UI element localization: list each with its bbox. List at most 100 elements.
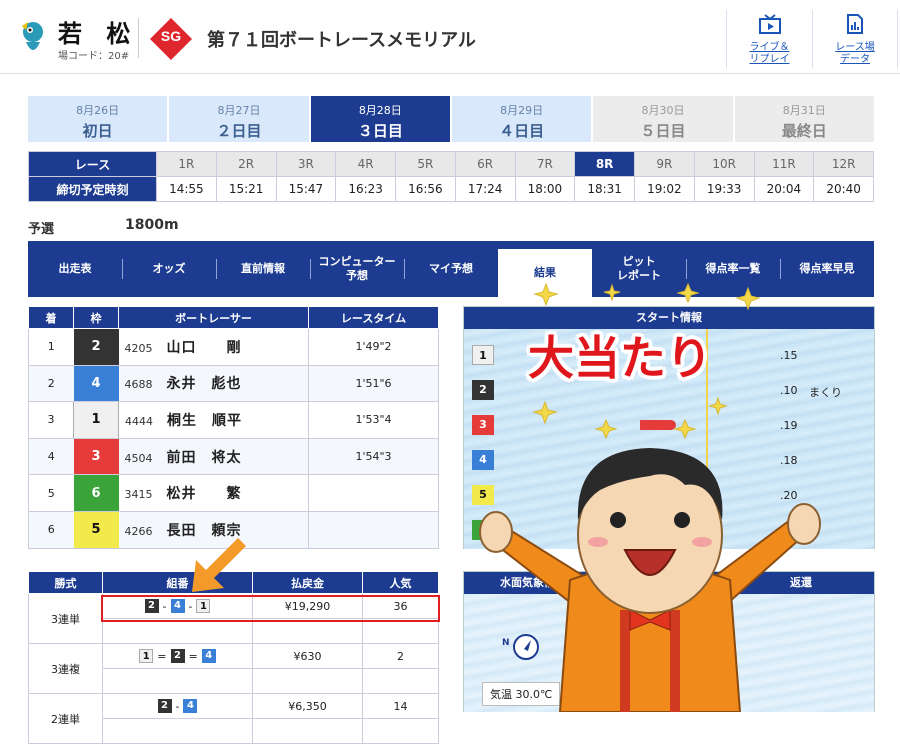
racer-cell[interactable]: 3415 松井 繁 (118, 474, 309, 512)
day-date: 8月26日 (76, 104, 120, 117)
temperature-label: 気温 (490, 688, 512, 701)
race-number-tab[interactable]: 4R (335, 151, 396, 177)
grade-label: SG (160, 28, 182, 44)
combo-operator: = (188, 649, 198, 663)
racer-reg-number: 4504 (124, 451, 153, 465)
live-replay-label: ライブ＆ リプレイ (749, 42, 790, 65)
compass-north: N (502, 638, 510, 648)
race-number-tab[interactable]: 8R (574, 151, 635, 177)
nav-tab[interactable]: マイ予想 (404, 241, 498, 297)
venue-code: 場コード：20# (58, 51, 130, 62)
bet-type: 3連単 (28, 593, 103, 644)
deadline-header: 締切予定時刻 (28, 176, 157, 202)
day-tab[interactable]: 8月27日 ２日目 (169, 96, 309, 142)
payout-row: 2連単 2-4 ¥6,350 14 (28, 693, 439, 744)
racer-reg-number: 3415 (124, 488, 153, 502)
frame-cell: 5 (73, 511, 119, 549)
day-tab[interactable]: 8月30日 ５日目 (593, 96, 733, 142)
race-number-tab[interactable]: 1R (156, 151, 217, 177)
racer-name: 前田 将太 (166, 449, 242, 466)
empty-cell (362, 718, 439, 744)
venue-data-label: レース場 データ (835, 42, 875, 65)
tv-icon (758, 14, 781, 34)
nav-tab[interactable]: 得点率一覧 (686, 241, 780, 297)
empty-cell (252, 668, 363, 694)
racer-cell[interactable]: 4205 山口 剛 (118, 328, 309, 366)
race-number-tab[interactable]: 2R (215, 151, 277, 177)
venue-data-button[interactable]: レース場 データ (812, 10, 898, 68)
deadline-time: 20:04 (753, 176, 815, 202)
race-distance: 1800m (125, 217, 179, 233)
day-tab[interactable]: 8月29日 ４日目 (451, 96, 592, 142)
racer-name: 桐生 順平 (167, 412, 242, 429)
race-number-tab[interactable]: 12R (813, 151, 874, 177)
combo-frame-chip: 1 (139, 649, 154, 663)
site-header: 若 松 場コード：20# SG 第７１回ボートレースメモリアル ライブ＆ リプレイ… (0, 0, 900, 74)
day-name: ２日目 (216, 122, 262, 140)
nav-tab[interactable]: 直前情報 (216, 241, 310, 297)
frame-cell: 1 (73, 401, 119, 439)
day-date: 8月28日 (358, 104, 402, 117)
arrow-pointer-icon (192, 538, 246, 592)
frame-cell: 3 (73, 438, 119, 476)
nav-tab[interactable]: 出走表 (28, 241, 122, 297)
race-number-tab[interactable]: 7R (514, 151, 576, 177)
empty-cell (102, 718, 253, 744)
place-cell: 5 (28, 474, 74, 512)
highlight-box (101, 595, 440, 622)
col-place: 着 (28, 306, 74, 329)
racer-cell[interactable]: 4444 桐生 順平 (118, 401, 309, 439)
live-replay-button[interactable]: ライブ＆ リプレイ (726, 10, 812, 68)
race-number-tab[interactable]: 10R (693, 151, 755, 177)
race-number-tab[interactable]: 9R (634, 151, 695, 177)
combo-frame-chip: 2 (170, 649, 185, 663)
deadline-time: 19:02 (634, 176, 695, 202)
frame-cell: 2 (73, 328, 119, 366)
race-number-tab[interactable]: 5R (395, 151, 456, 177)
combo-frame-chip: 4 (201, 649, 216, 663)
race-number-tab[interactable]: 11R (753, 151, 815, 177)
start-timing: .10 (780, 384, 798, 397)
nav-tab[interactable]: ピット レポート (592, 241, 686, 297)
racer-reg-number: 4444 (125, 414, 153, 428)
frame-cell: 4 (73, 365, 119, 403)
racer-name: 松井 繁 (166, 486, 242, 503)
payout-amount: ¥630 (252, 643, 363, 669)
day-date: 8月29日 (500, 104, 544, 117)
water-info-panel: 水面気象情報 返還 N 気温 30.0℃ (463, 571, 875, 712)
nav-tab[interactable]: 結果 (498, 249, 592, 297)
day-tab[interactable]: 8月31日 最終日 (734, 96, 874, 142)
day-tab[interactable]: 8月28日 ３日目 (310, 96, 450, 142)
boat-icon (640, 452, 676, 462)
nav-tab[interactable]: オッズ (122, 241, 216, 297)
start-timing: .17 (780, 524, 798, 537)
racer-name: 山口 剛 (166, 339, 242, 356)
day-tab[interactable]: 8月26日初日 (28, 96, 168, 142)
popularity: 14 (362, 693, 439, 719)
day-tabs: 8月26日 初日 8月27日 ２日目 8月28日 ３日目 8月29日 ４日目 8月30日 ５日目 8… (28, 96, 874, 142)
day-name: ４日目 (499, 122, 545, 140)
race-time: 1'53"4 (308, 401, 439, 439)
race-number-tab[interactable]: 6R (454, 151, 516, 177)
racer-cell[interactable]: 4504 前田 将太 (118, 438, 309, 476)
empty-cell (362, 668, 439, 694)
race-schedule-table: レース 1R 2R 3R 4R 5R 6R 7R 8R 9R 10R 11R 12R 締切予定時刻 14:… (28, 151, 874, 202)
race-time: 1'49"2 (308, 328, 439, 366)
mascot-logo-icon[interactable] (18, 18, 48, 58)
racer-reg-number: 4688 (124, 378, 153, 392)
venue-name: 若 松 (58, 20, 139, 48)
nav-tab[interactable]: コンピューター 予想 (310, 241, 404, 297)
data-doc-icon (847, 14, 863, 34)
col-amount: 払戻金 (252, 571, 363, 594)
day-name: 初日 (82, 122, 113, 140)
day-name: 最終日 (781, 122, 827, 140)
deadline-time: 16:56 (395, 176, 456, 202)
day-date: 8月27日 (217, 104, 261, 117)
racer-cell[interactable]: 4688 永井 彪也 (118, 365, 309, 403)
nav-tab[interactable]: 得点率早見 (780, 241, 874, 297)
lane-chip: 3 (472, 415, 494, 435)
big-win-text: 大当たり (528, 331, 712, 385)
race-number-tab[interactable]: 3R (275, 151, 337, 177)
result-row: 3 1 4444 桐生 順平 1'53"4 (28, 401, 439, 439)
race-nav: 出走表 オッズ 直前情報 コンピューター 予想 マイ予想 結果 ピット レポート 得点率一覧得… (28, 241, 874, 297)
